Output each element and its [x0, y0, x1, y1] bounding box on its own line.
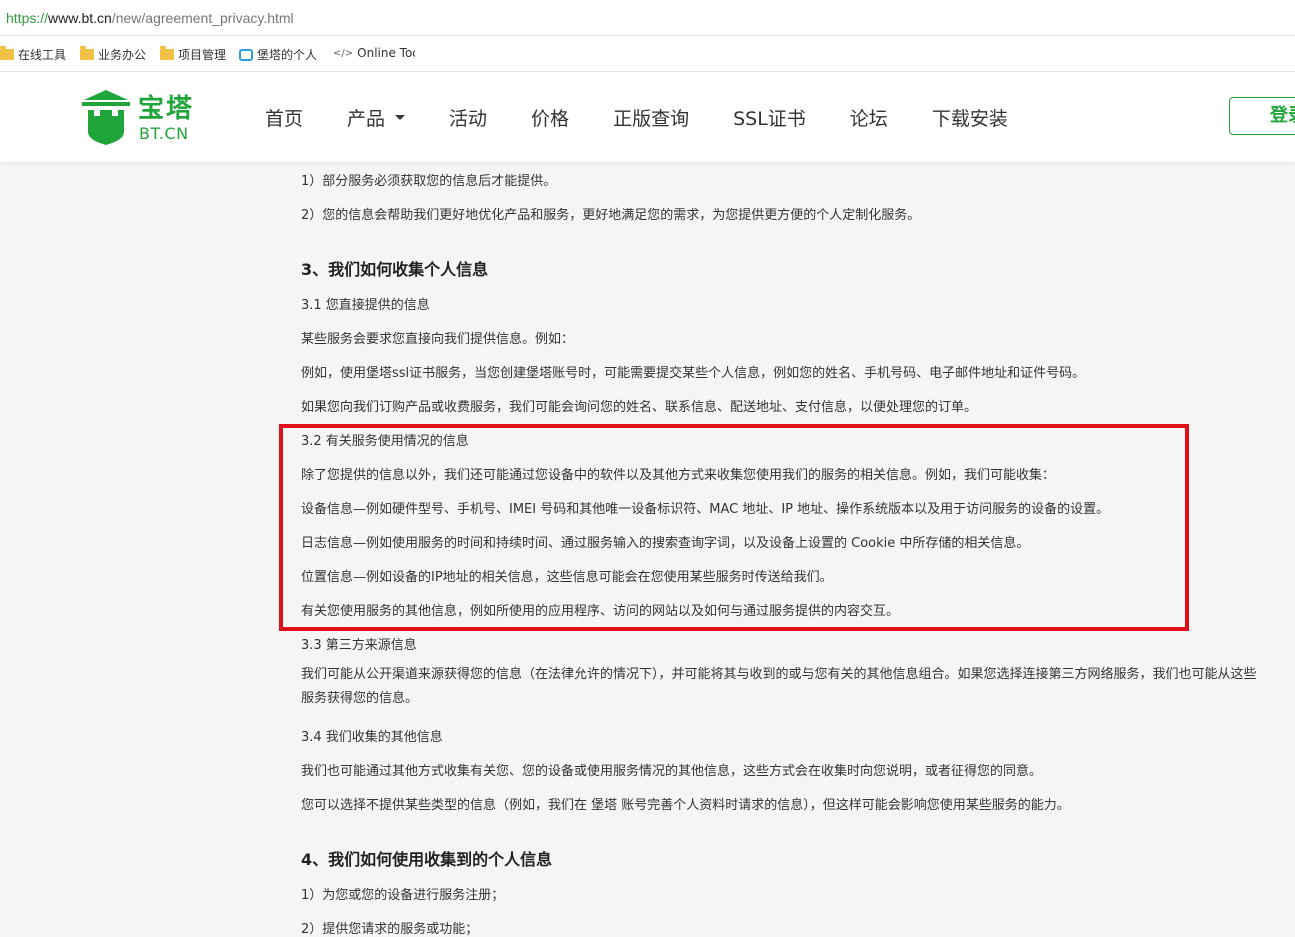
paragraph: 我们也可能通过其他方式收集有关您、您的设备或使用服务情况的其他信息，这些方式会在… — [301, 764, 1043, 779]
bookmark-online-tools[interactable]: 在线工具 — [0, 46, 66, 63]
nav-download[interactable]: 下载安装 — [932, 104, 1008, 131]
paragraph: 例如，使用堡塔ssl证书服务，当您创建堡塔账号时，可能需要提交某些个人信息，例如… — [301, 366, 1086, 381]
nav-license-check[interactable]: 正版查询 — [613, 104, 689, 131]
folder-icon — [160, 46, 174, 60]
folder-icon — [0, 46, 14, 60]
paragraph: 1）部分服务必须获取您的信息后才能提供。 — [301, 174, 557, 189]
bookmark-online-tool[interactable]: </> Online Tool — [333, 46, 415, 60]
subsection-title: 3.3 第三方来源信息 — [301, 638, 417, 653]
paragraph: 1）为您或您的设备进行服务注册； — [301, 888, 505, 903]
section-heading: 3、我们如何收集个人信息 — [301, 260, 489, 279]
subsection-title: 3.1 您直接提供的信息 — [301, 298, 430, 313]
paragraph: 某些服务会要求您直接向我们提供信息。例如： — [301, 332, 575, 347]
code-icon: </> — [333, 47, 354, 59]
logo-text-cn: 宝塔 — [138, 94, 195, 124]
paragraph: 2）提供您请求的服务或功能； — [301, 922, 479, 937]
nav-ssl[interactable]: SSL证书 — [733, 104, 806, 131]
bookmarks-bar: 在线工具 业务办公 项目管理 堡塔的个人 </> Online Tool — [0, 36, 1295, 72]
bt-tower-icon — [82, 90, 130, 145]
nav-products[interactable]: 产品 — [347, 104, 406, 131]
caret-down-icon — [395, 115, 406, 120]
login-button[interactable]: 登录 — [1229, 97, 1295, 135]
subsection-title: 3.4 我们收集的其他信息 — [301, 730, 443, 745]
site-header: 宝塔 BT.CN 首页 产品 活动 价格 正版查询 SSL证书 论坛 下载安装 … — [0, 72, 1295, 162]
nav-activities[interactable]: 活动 — [449, 104, 487, 131]
address-bar[interactable]: https://www.bt.cn/new/agreement_privacy.… — [0, 0, 1295, 36]
url-text[interactable]: https://www.bt.cn/new/agreement_privacy.… — [6, 10, 294, 26]
nav-home[interactable]: 首页 — [265, 104, 303, 131]
paragraph: 如果您向我们订购产品或收费服务，我们可能会询问您的姓名、联系信息、配送地址、支付… — [301, 400, 978, 415]
paragraph: 2）您的信息会帮助我们更好地优化产品和服务，更好地满足您的需求，为您提供更方便的… — [301, 208, 921, 223]
bookmark-project-management[interactable]: 项目管理 — [160, 46, 226, 63]
bt-logo[interactable]: 宝塔 BT.CN — [80, 88, 200, 148]
paragraph: 我们可能从公开渠道来源获得您的信息（在法律允许的情况下），并可能将其与收到的或与… — [301, 667, 1257, 706]
main-nav: 首页 产品 活动 价格 正版查询 SSL证书 论坛 下载安装 — [265, 104, 1052, 131]
folder-icon — [80, 46, 94, 60]
bookmark-business-office[interactable]: 业务办公 — [80, 46, 146, 63]
highlight-box — [279, 424, 1189, 631]
logo-text-en: BT.CN — [139, 124, 189, 143]
bookmark-bilibili[interactable]: 堡塔的个人 — [239, 46, 317, 63]
paragraph: 您可以选择不提供某些类型的信息（例如，我们在 堡塔 账号完善个人资料时请求的信息… — [301, 798, 1070, 813]
nav-pricing[interactable]: 价格 — [531, 104, 569, 131]
section-heading: 4、我们如何使用收集到的个人信息 — [301, 850, 553, 869]
bilibili-icon — [239, 48, 253, 61]
nav-forum[interactable]: 论坛 — [850, 104, 888, 131]
